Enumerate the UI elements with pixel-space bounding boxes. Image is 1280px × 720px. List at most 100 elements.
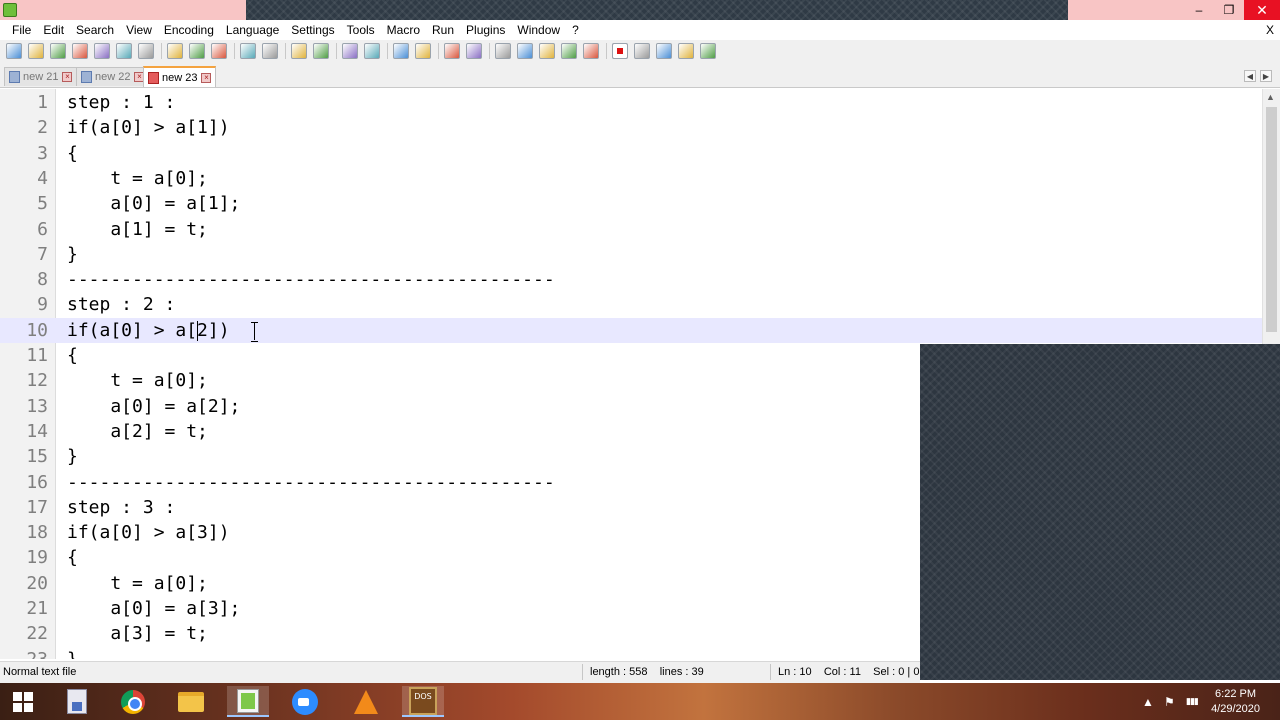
menu-run[interactable]: Run <box>426 20 460 40</box>
tab-scroll-right-icon[interactable]: ▶ <box>1260 70 1272 82</box>
line-text[interactable]: t = a[0]; <box>67 571 208 596</box>
menu-language[interactable]: Language <box>220 20 285 40</box>
line-text[interactable]: ----------------------------------------… <box>67 267 555 292</box>
notepadpp-app-icon[interactable] <box>3 3 17 17</box>
editor-line[interactable]: 8 ---------------------------------------… <box>0 267 1262 292</box>
cut-icon[interactable] <box>167 43 183 59</box>
print-icon[interactable] <box>138 43 154 59</box>
save-all-icon[interactable] <box>72 43 88 59</box>
close-button[interactable]: ✕ <box>1244 0 1280 20</box>
network-icon[interactable]: ▮▮▮ <box>1186 696 1199 707</box>
line-text[interactable]: if(a[0] > a[2]) <box>67 318 230 343</box>
menu-settings[interactable]: Settings <box>285 20 340 40</box>
taskbar-document-app[interactable] <box>56 686 98 717</box>
wrap-icon[interactable] <box>444 43 460 59</box>
function-list-icon[interactable] <box>561 43 577 59</box>
zoom-out-icon[interactable] <box>364 43 380 59</box>
line-text[interactable]: step : 3 : <box>67 495 175 520</box>
udl-icon[interactable] <box>517 43 533 59</box>
taskbar-chrome[interactable] <box>112 686 154 717</box>
line-text[interactable]: } <box>67 242 78 267</box>
close-icon[interactable] <box>94 43 110 59</box>
doc-map-icon[interactable] <box>539 43 555 59</box>
menu-file[interactable]: File <box>6 20 37 40</box>
redo-icon[interactable] <box>262 43 278 59</box>
record-macro-icon[interactable] <box>612 43 628 59</box>
taskbar-notepadpp[interactable] <box>227 686 269 717</box>
zoom-in-icon[interactable] <box>342 43 358 59</box>
save-macro-icon[interactable] <box>700 43 716 59</box>
line-text[interactable]: a[0] = a[2]; <box>67 394 240 419</box>
menu-encoding[interactable]: Encoding <box>158 20 220 40</box>
show-hidden-icons-icon[interactable]: ▲ <box>1142 695 1154 709</box>
menu-edit[interactable]: Edit <box>37 20 70 40</box>
scrollbar-thumb[interactable] <box>1266 107 1277 332</box>
line-text[interactable]: { <box>67 545 78 570</box>
editor-line[interactable]: 4 t = a[0]; <box>0 166 1262 191</box>
editor-line[interactable]: 5 a[0] = a[1]; <box>0 191 1262 216</box>
line-text[interactable]: { <box>67 141 78 166</box>
editor-line[interactable]: 3{ <box>0 141 1262 166</box>
sync-v-icon[interactable] <box>393 43 409 59</box>
taskbar-vlc[interactable] <box>345 686 387 717</box>
menu-tools[interactable]: Tools <box>341 20 381 40</box>
all-chars-icon[interactable] <box>466 43 482 59</box>
taskbar-zoom[interactable] <box>284 686 326 717</box>
open-file-icon[interactable] <box>28 43 44 59</box>
line-text[interactable]: ----------------------------------------… <box>67 470 555 495</box>
line-text[interactable]: } <box>67 444 78 469</box>
indent-guide-icon[interactable] <box>495 43 511 59</box>
line-text[interactable]: a[2] = t; <box>67 419 208 444</box>
tab-new-23[interactable]: new 23 × <box>143 66 217 87</box>
tab-new-22[interactable]: new 22 × <box>76 67 150 86</box>
find-icon[interactable] <box>291 43 307 59</box>
line-text[interactable]: step : 2 : <box>67 292 175 317</box>
taskbar-file-explorer[interactable] <box>170 686 212 717</box>
editor-line[interactable]: 9 step : 2 : <box>0 292 1262 317</box>
menu-search[interactable]: Search <box>70 20 120 40</box>
maximize-button[interactable]: ❐ <box>1214 0 1244 20</box>
line-text[interactable]: a[0] = a[1]; <box>67 191 240 216</box>
tab-scroll-left-icon[interactable]: ◀ <box>1244 70 1256 82</box>
tab-close-icon[interactable]: × <box>62 72 73 82</box>
menu-view[interactable]: View <box>120 20 158 40</box>
menu-macro[interactable]: Macro <box>381 20 426 40</box>
folder-workspace-icon[interactable] <box>583 43 599 59</box>
play-macro-icon[interactable] <box>656 43 672 59</box>
editor-line[interactable]: 2 if(a[0] > a[1]) <box>0 115 1262 140</box>
action-center-flag-icon[interactable]: ⚑ <box>1164 695 1175 709</box>
line-text[interactable]: a[1] = t; <box>67 217 208 242</box>
sync-h-icon[interactable] <box>415 43 431 59</box>
menu-plugins[interactable]: Plugins <box>460 20 511 40</box>
minimize-button[interactable]: ‒ <box>1184 0 1214 20</box>
undo-icon[interactable] <box>240 43 256 59</box>
taskbar-dosbox[interactable]: DOS <box>402 686 444 717</box>
close-all-icon[interactable] <box>116 43 132 59</box>
close-document-button[interactable]: X <box>1266 20 1274 40</box>
line-text[interactable]: a[3] = t; <box>67 621 208 646</box>
save-icon[interactable] <box>50 43 66 59</box>
line-text[interactable]: { <box>67 343 78 368</box>
start-button[interactable] <box>2 686 44 717</box>
tab-close-icon[interactable]: × <box>201 72 212 83</box>
editor-line[interactable]: 10 if(a[0] > a[2]) <box>0 317 1262 343</box>
copy-icon[interactable] <box>189 43 205 59</box>
menu-help[interactable]: ? <box>566 20 585 40</box>
editor-line[interactable]: 1 step : 1 : <box>0 90 1262 115</box>
line-text[interactable]: if(a[0] > a[1]) <box>67 115 230 140</box>
line-text[interactable]: if(a[0] > a[3]) <box>67 520 230 545</box>
line-text[interactable]: step : 1 : <box>67 90 175 115</box>
menu-window[interactable]: Window <box>511 20 566 40</box>
line-text[interactable]: t = a[0]; <box>67 166 208 191</box>
stop-macro-icon[interactable] <box>634 43 650 59</box>
line-text[interactable]: t = a[0]; <box>67 368 208 393</box>
play-multiple-icon[interactable] <box>678 43 694 59</box>
tab-new-21[interactable]: new 21 × <box>4 67 78 86</box>
line-text[interactable]: } <box>67 647 78 659</box>
editor-line[interactable]: 7} <box>0 242 1262 267</box>
scroll-up-icon[interactable]: ▲ <box>1266 92 1275 102</box>
replace-icon[interactable] <box>313 43 329 59</box>
taskbar-clock[interactable]: 6:22 PM 4/29/2020 <box>1211 687 1260 717</box>
paste-icon[interactable] <box>211 43 227 59</box>
line-text[interactable]: a[0] = a[3]; <box>67 596 240 621</box>
